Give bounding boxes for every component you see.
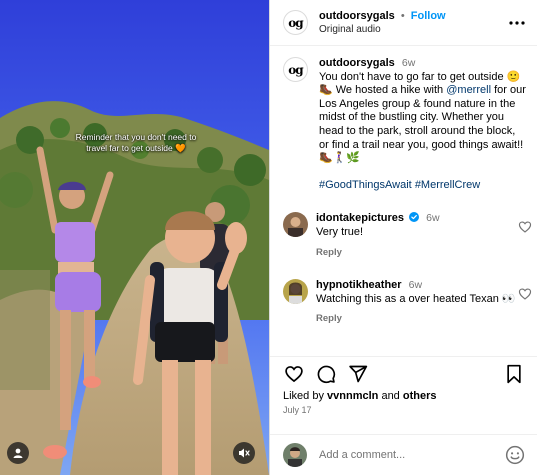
save-button[interactable]: [503, 363, 525, 385]
comment-button[interactable]: [315, 363, 337, 385]
share-button[interactable]: [347, 363, 369, 385]
commenter-photo: [283, 212, 308, 238]
comment-input[interactable]: [319, 449, 505, 461]
reply-button[interactable]: Reply: [316, 246, 516, 260]
comment-username[interactable]: hypnotikheather: [316, 279, 402, 291]
like-button[interactable]: [283, 363, 305, 385]
author-username[interactable]: outdoorsygals: [319, 10, 395, 22]
audio-link[interactable]: Original audio: [319, 23, 507, 36]
comment-text: Watching this as a over heated Texan 👀: [316, 292, 516, 305]
author-info: outdoorsygals • Follow Original audio: [319, 10, 507, 36]
commenter-photo: [283, 279, 308, 305]
post-details-panel: og outdoorsygals • Follow Original audio…: [269, 0, 537, 475]
verified-badge-icon: [409, 212, 420, 223]
avatar[interactable]: [283, 279, 308, 305]
more-horizontal-icon: [509, 20, 525, 25]
likes-middle: and: [378, 390, 403, 402]
hashtag-link[interactable]: #MerrellCrew: [415, 179, 480, 191]
caption-username[interactable]: outdoorsygals: [319, 57, 395, 69]
current-user-photo: [283, 443, 307, 467]
send-icon: [349, 365, 368, 382]
reply-button[interactable]: Reply: [316, 312, 516, 326]
more-options-button[interactable]: [507, 13, 527, 33]
mention-link[interactable]: @merrell: [446, 84, 491, 96]
add-comment-bar: [270, 434, 537, 475]
comment-time[interactable]: 6w: [409, 279, 422, 291]
comment-body: hypnotikheather 6w Watching this as a ov…: [316, 279, 516, 326]
post-viewer: Reminder that you don't need to travel f…: [0, 0, 537, 475]
avatar: [283, 443, 307, 467]
caption-author-avatar[interactable]: og: [283, 57, 308, 82]
comment-bubble-icon: [317, 365, 336, 383]
avatar[interactable]: [283, 212, 308, 238]
comment-like-heart-icon[interactable]: [518, 220, 532, 234]
heart-icon: [285, 365, 303, 382]
video-player[interactable]: Reminder that you don't need to travel f…: [0, 0, 269, 475]
comments-list[interactable]: og outdoorsygals 6w You don't have to go…: [270, 46, 537, 356]
likes-user-link[interactable]: vvnnmcln: [327, 390, 378, 402]
post-header: og outdoorsygals • Follow Original audio: [270, 0, 537, 46]
comment-item: idontakepictures 6w Very true! Reply: [283, 212, 537, 259]
bookmark-icon: [507, 364, 521, 383]
smiley-icon[interactable]: [505, 445, 525, 465]
speaker-muted-icon: [239, 448, 250, 458]
video-overlay-caption: Reminder that you don't need to travel f…: [75, 132, 197, 153]
mute-button[interactable]: [233, 442, 255, 464]
caption-body: outdoorsygals 6w You don't have to go fa…: [319, 57, 527, 192]
post-date[interactable]: July 17: [270, 403, 537, 434]
comment-username[interactable]: idontakepictures: [316, 212, 404, 224]
video-frame: [0, 0, 269, 475]
comment-item: hypnotikheather 6w Watching this as a ov…: [283, 279, 537, 326]
comment-time[interactable]: 6w: [426, 212, 439, 224]
likes-prefix: Liked by: [283, 390, 328, 402]
hashtag-link[interactable]: #GoodThingsAwait: [319, 179, 412, 191]
comment-like-heart-icon[interactable]: [518, 287, 532, 301]
likes-others-link[interactable]: others: [403, 390, 437, 402]
caption-time[interactable]: 6w: [402, 57, 415, 69]
user-circle-icon: [13, 448, 23, 458]
comment-text: Very true!: [316, 225, 364, 238]
tagged-users-button[interactable]: [7, 442, 29, 464]
post-caption: og outdoorsygals 6w You don't have to go…: [283, 57, 537, 192]
caption-hashtags: #GoodThingsAwait #MerrellCrew: [319, 179, 527, 193]
follow-button[interactable]: Follow: [411, 10, 446, 22]
separator-dot: •: [400, 9, 405, 22]
comment-body: idontakepictures 6w Very true! Reply: [316, 212, 516, 259]
post-actions-bar: [270, 356, 537, 390]
likes-summary: Liked by vvnnmcln and others: [270, 390, 537, 403]
author-avatar[interactable]: og: [283, 10, 308, 35]
